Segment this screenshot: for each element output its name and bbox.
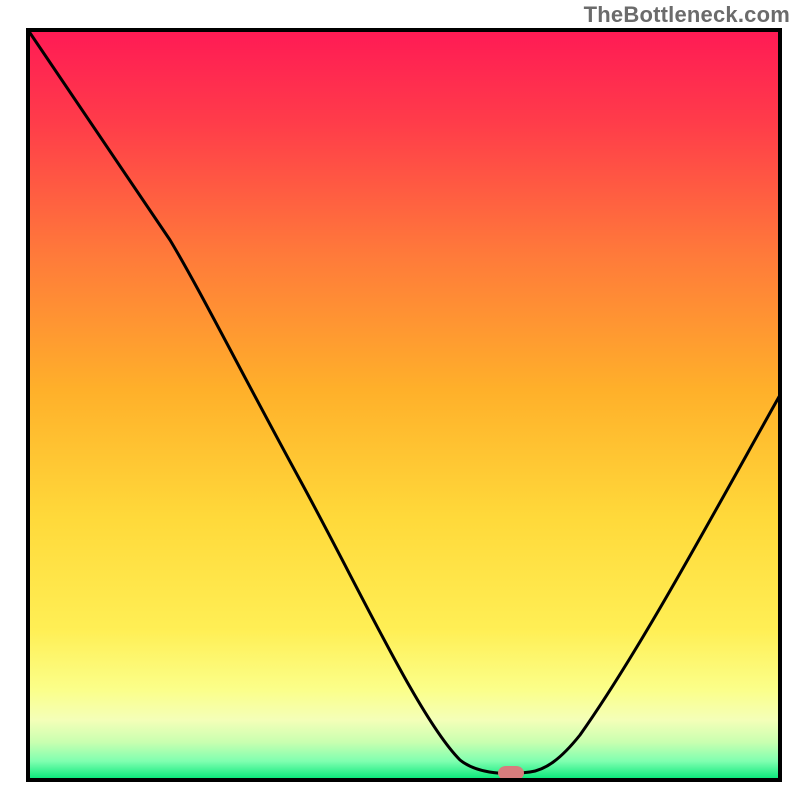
optimal-marker — [498, 766, 524, 780]
bottleneck-chart — [0, 0, 800, 800]
plot-area — [28, 30, 780, 780]
watermark-text: TheBottleneck.com — [584, 2, 790, 28]
gradient-background — [28, 30, 780, 780]
chart-container: TheBottleneck.com — [0, 0, 800, 800]
